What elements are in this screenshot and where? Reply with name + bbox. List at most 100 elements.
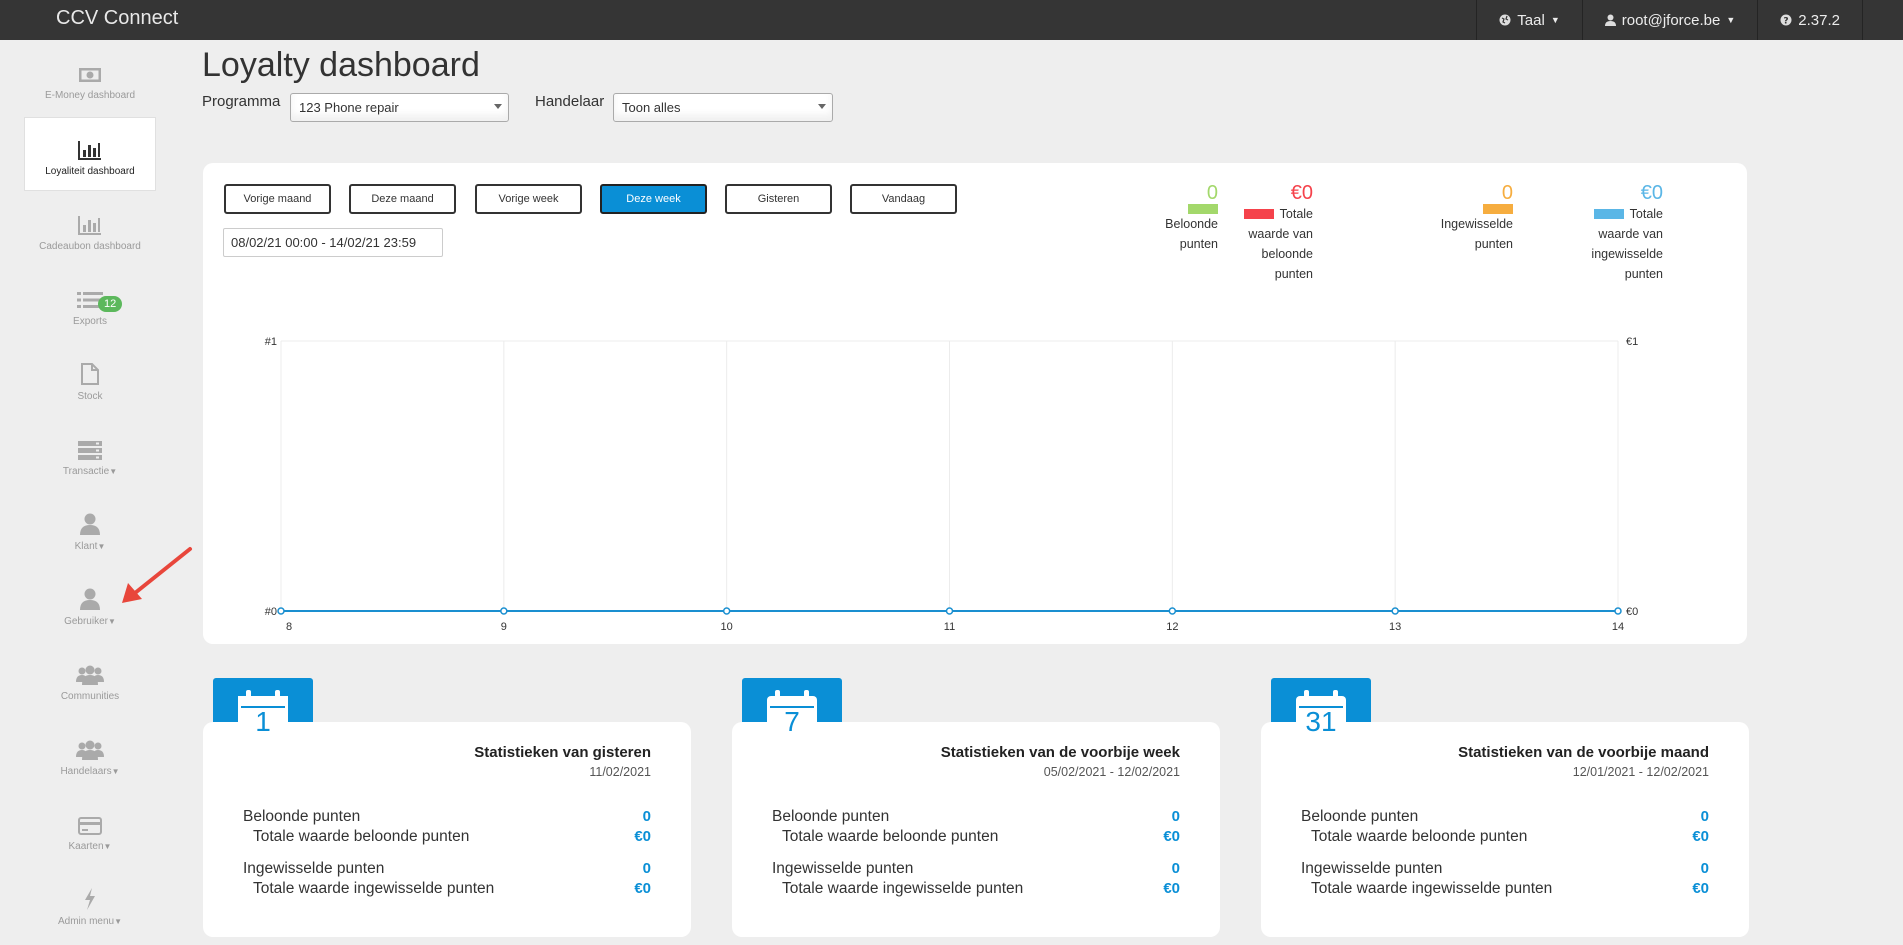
legend-text: punten (1624, 267, 1663, 281)
user-menu[interactable]: root@jforce.be ▼ (1581, 0, 1758, 40)
y-tick-label-right: €1 (1626, 336, 1638, 348)
sidebar-item-kaarten[interactable]: Kaarten▼ (24, 793, 156, 867)
legend-value: 0 (1206, 182, 1218, 204)
stat-row: Beloonde punten 0 (1301, 808, 1709, 828)
range-button-vandaag[interactable]: Vandaag (850, 184, 957, 214)
file-icon (81, 363, 99, 385)
sidebar-item-handelaars[interactable]: Handelaars▼ (24, 718, 156, 792)
sidebar-item-transactie[interactable]: Transactie▼ (24, 418, 156, 492)
user-icon (1604, 14, 1616, 26)
stat-row: Ingewisselde punten 0 (243, 860, 651, 880)
date-range-input[interactable]: 08/02/21 00:00 - 14/02/21 23:59 (223, 228, 443, 257)
stats-card-last-month: Statistieken van de voorbije maand 12/01… (1261, 722, 1749, 937)
y-tick-label-left: #1 (265, 336, 277, 348)
legend-value: 0 (1501, 182, 1513, 204)
range-button-gisteren[interactable]: Gisteren (725, 184, 832, 214)
server-icon (78, 441, 102, 460)
merchant-select[interactable]: Toon alles (613, 93, 833, 122)
language-label: Taal (1517, 11, 1545, 29)
legend-value: €0 (1640, 182, 1663, 204)
stat-label: Totale waarde ingewisselde punten (253, 880, 495, 897)
range-button-deze-week[interactable]: Deze week (600, 184, 707, 214)
exports-count-badge: 12 (98, 296, 123, 312)
stat-value: €0 (1692, 880, 1709, 897)
legend-item-totale-waarde-ingewisselde: €0 Totale waarde van ingewisselde punten (1523, 182, 1663, 284)
legend-text: Beloonde (1165, 217, 1218, 231)
stat-label: Beloonde punten (1301, 808, 1419, 825)
sidebar-item-label: Klant (74, 541, 98, 552)
stat-row: Totale waarde beloonde punten €0 (772, 828, 1180, 848)
sidebar-item-label: Exports (73, 316, 107, 327)
sidebar-item-emoney-dashboard[interactable]: E-Money dashboard (24, 42, 156, 116)
sidebar-item-admin-menu[interactable]: Admin menu▼ (24, 868, 156, 942)
globe-icon (1499, 14, 1511, 26)
program-select[interactable]: 123 Phone repair (290, 93, 509, 122)
version-label: 2.37.2 (1798, 11, 1840, 29)
legend-text: waarde van (1598, 227, 1663, 241)
legend-item-beloonde-punten: 0 Beloonde punten (1128, 182, 1218, 254)
stat-value: €0 (634, 880, 651, 897)
x-tick-label: 12 (1166, 621, 1178, 633)
stat-value: 0 (1700, 808, 1709, 825)
stat-label: Ingewisselde punten (1301, 860, 1443, 877)
sidebar-item-label: E-Money dashboard (44, 90, 136, 101)
caret-down-icon (494, 104, 502, 109)
chevron-down-icon: ▼ (114, 917, 123, 926)
chevron-down-icon: ▼ (111, 767, 120, 776)
x-tick-label: 8 (286, 621, 292, 633)
stat-row: Ingewisselde punten 0 (1301, 860, 1709, 880)
stats-card-last-week: Statistieken van de voorbije week 05/02/… (732, 722, 1220, 937)
sidebar-item-label: Transactie (62, 466, 110, 477)
caret-down-icon: ▼ (1726, 15, 1736, 25)
chevron-down-icon: ▼ (109, 467, 118, 476)
language-menu[interactable]: Taal ▼ (1476, 0, 1581, 40)
sidebar-item-label: Handelaars (60, 766, 112, 777)
users-icon (76, 665, 104, 685)
stat-value: 0 (642, 808, 651, 825)
stat-label: Beloonde punten (772, 808, 890, 825)
navbar-right: Taal ▼ root@jforce.be ▼ ? 2.37.2 (1476, 0, 1863, 40)
sidebar-item-exports[interactable]: 12 Exports (24, 268, 156, 342)
data-point (722, 607, 731, 615)
question-circle-icon: ? (1780, 14, 1792, 26)
legend-text: ingewisselde (1591, 247, 1663, 261)
legend-swatch (1483, 204, 1513, 214)
card-subtitle: 12/01/2021 - 12/02/2021 (1572, 765, 1709, 779)
sidebar-item-stock[interactable]: Stock (24, 343, 156, 417)
card-subtitle: 05/02/2021 - 12/02/2021 (1043, 765, 1180, 779)
sidebar-item-label: Loyaliteit dashboard (45, 166, 135, 177)
x-tick-label: 11 (944, 621, 955, 633)
legend-text: Ingewisselde (1440, 217, 1513, 231)
stat-value: €0 (1163, 880, 1180, 897)
bar-chart-icon (78, 216, 101, 235)
card-title: Statistieken van gisteren (474, 744, 651, 761)
legend-swatch (1243, 209, 1274, 219)
sidebar: E-Money dashboard Loyaliteit dashboard C… (0, 40, 178, 945)
stat-row: Totale waarde ingewisselde punten €0 (1301, 880, 1709, 900)
sidebar-item-loyaliteit-dashboard[interactable]: Loyaliteit dashboard (24, 117, 156, 191)
merchant-select-value: Toon alles (622, 100, 681, 115)
legend-text: punten (1274, 267, 1313, 281)
brand-logo[interactable]: CCV Connect (56, 7, 178, 30)
stat-value: 0 (1171, 860, 1180, 877)
version-menu[interactable]: ? 2.37.2 (1757, 0, 1863, 40)
range-button-vorige-maand[interactable]: Vorige maand (224, 184, 331, 214)
merchant-label: Handelaar (535, 93, 605, 110)
stat-row: Ingewisselde punten 0 (772, 860, 1180, 880)
stat-row: Totale waarde beloonde punten €0 (243, 828, 651, 848)
top-navbar: CCV Connect Taal ▼ root@jforce.be ▼ ? 2.… (0, 0, 1903, 40)
card-title: Statistieken van de voorbije week (940, 744, 1180, 761)
calendar-number: 7 (784, 706, 800, 737)
range-button-vorige-week[interactable]: Vorige week (475, 184, 582, 214)
sidebar-item-cadeaubon-dashboard[interactable]: Cadeaubon dashboard (24, 193, 156, 267)
range-button-deze-maand[interactable]: Deze maand (349, 184, 456, 214)
program-label: Programma (202, 93, 281, 110)
stat-row: Beloonde punten 0 (243, 808, 651, 828)
chevron-down-icon: ▼ (107, 617, 116, 626)
chart-panel: Vorige maand Deze maand Vorige week Deze… (203, 163, 1747, 644)
sidebar-item-communities[interactable]: Communities (24, 643, 156, 717)
caret-down-icon: ▼ (1550, 15, 1560, 25)
x-tick-label: 13 (1389, 621, 1401, 633)
program-select-value: 123 Phone repair (299, 100, 399, 115)
sidebar-item-label: Cadeaubon dashboard (39, 241, 141, 252)
